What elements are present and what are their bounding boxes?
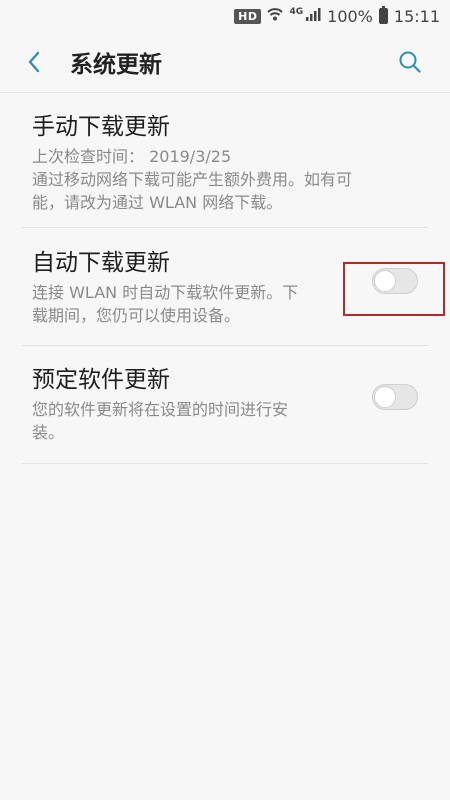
hd-badge: HD — [234, 8, 262, 24]
signal-icon — [305, 6, 321, 26]
item-desc-line: 载期间，您仍可以使用设备。 — [32, 306, 241, 325]
item-title: 自动下载更新 — [32, 250, 170, 276]
scheduled-update-item[interactable]: 预定软件更新 您的软件更新将在设置的时间进行安 装。 — [22, 346, 428, 464]
status-bar: HD 4G 100% 15:11 — [0, 0, 450, 32]
item-title: 手动下载更新 — [32, 114, 170, 140]
item-desc-line: 通过移动网络下载可能产生额外费用。如有可 — [32, 170, 353, 189]
highlight-box — [343, 262, 445, 316]
battery-percent: 100% — [327, 6, 373, 26]
item-desc-line: 您的软件更新将在设置的时间进行安 — [32, 400, 289, 419]
manual-download-update-item[interactable]: 手动下载更新 上次检查时间： 2019/3/25 通过移动网络下载可能产生额外费… — [22, 96, 428, 228]
search-icon — [399, 51, 421, 73]
back-button[interactable] — [14, 42, 54, 82]
battery-icon — [378, 6, 388, 24]
chevron-left-icon — [28, 51, 40, 73]
app-bar: 系统更新 — [0, 32, 450, 92]
page-title: 系统更新 — [70, 52, 162, 78]
item-desc-line: 装。 — [32, 423, 65, 442]
toggle-knob — [374, 386, 396, 408]
network-type: 4G — [289, 7, 304, 17]
divider — [0, 92, 450, 93]
scheduled-update-toggle[interactable] — [372, 384, 418, 410]
item-desc-line: 连接 WLAN 时自动下载软件更新。下 — [32, 283, 299, 302]
item-title: 预定软件更新 — [32, 367, 170, 393]
clock: 15:11 — [393, 6, 440, 26]
item-desc-line: 能，请改为通过 WLAN 网络下载。 — [32, 193, 283, 212]
item-desc-line: 上次检查时间： 2019/3/25 — [32, 147, 232, 166]
wifi-icon — [267, 6, 284, 26]
search-button[interactable] — [392, 44, 428, 80]
